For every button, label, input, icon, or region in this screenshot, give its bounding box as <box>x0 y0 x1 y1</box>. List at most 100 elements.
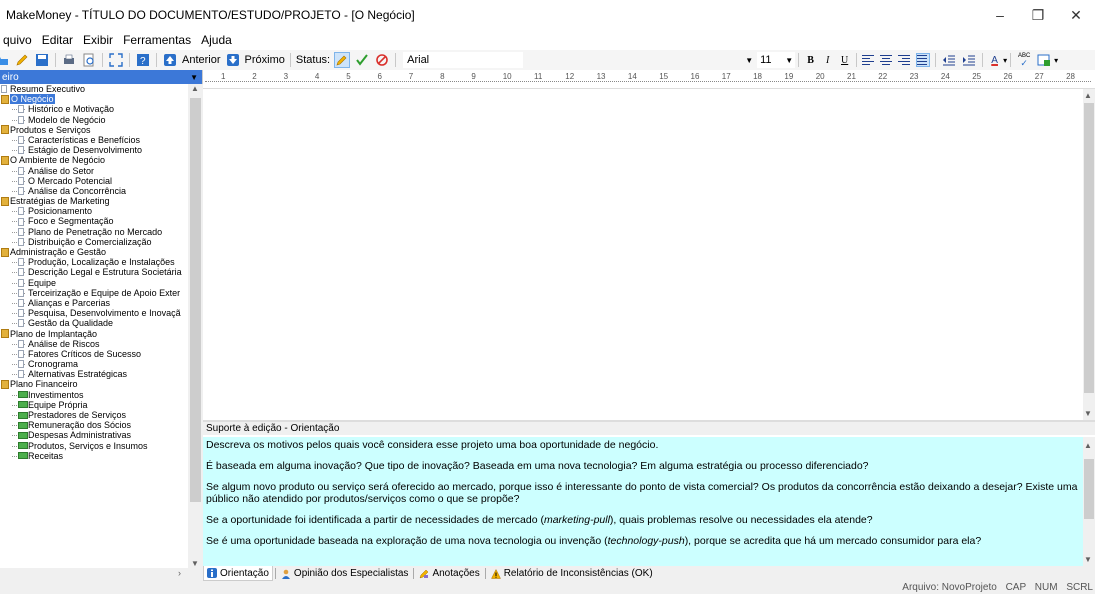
tree-item[interactable]: Estágio de Desenvolvimento <box>0 145 188 155</box>
font-name-select[interactable]: Arial <box>403 52 524 68</box>
tree-item[interactable]: Descrição Legal e Estrutura Societária <box>0 267 188 277</box>
chevron-right-icon[interactable]: › <box>178 568 181 578</box>
chevron-up-icon[interactable]: ▲ <box>1084 91 1092 100</box>
maximize-button[interactable]: ❐ <box>1019 0 1057 30</box>
menu-exibir[interactable]: Exibir <box>78 33 118 47</box>
fullscreen-icon[interactable] <box>108 52 124 68</box>
tree-item[interactable]: Cronograma <box>0 359 188 369</box>
chevron-down-icon[interactable]: ▼ <box>191 559 199 568</box>
align-left-icon[interactable] <box>862 53 876 67</box>
print-icon[interactable] <box>61 52 77 68</box>
outline-tree: Resumo Executivo O Negócio Histórico e Mot… <box>0 84 188 568</box>
tree-item[interactable]: Análise do Setor <box>0 166 188 176</box>
tree-item[interactable]: Receitas <box>0 451 188 461</box>
minimize-button[interactable]: – <box>981 0 1019 30</box>
sidebar-dropdown-icon[interactable]: ▼ <box>190 73 198 82</box>
tree-item[interactable]: Plano de Penetração no Mercado <box>0 227 188 237</box>
menu-ajuda[interactable]: Ajuda <box>196 33 237 47</box>
editor-scrollbar[interactable]: ▲ ▼ <box>1083 89 1095 420</box>
help-icon[interactable]: ? <box>135 52 151 68</box>
ruler-dots <box>205 81 1091 82</box>
italic-button[interactable]: I <box>820 52 835 68</box>
scrollbar-thumb[interactable] <box>190 98 201 502</box>
align-justify-icon[interactable] <box>916 53 931 67</box>
tree-item[interactable]: Análise da Concorrência <box>0 186 188 196</box>
tree-item[interactable]: Administração e Gestão <box>0 247 188 257</box>
tree-item[interactable]: Resumo Executivo <box>0 84 188 94</box>
status-pencil-icon[interactable] <box>334 52 351 68</box>
chevron-down-icon[interactable]: ▼ <box>1084 555 1092 564</box>
arrow-up-icon[interactable] <box>162 52 178 68</box>
tree-item[interactable]: Análise de Riscos <box>0 339 188 349</box>
tree-item[interactable]: Histórico e Motivação <box>0 104 188 114</box>
close-button[interactable]: ✕ <box>1057 0 1095 30</box>
scrollbar-thumb[interactable] <box>1084 459 1094 519</box>
tree-item[interactable]: Alternativas Estratégicas <box>0 369 188 379</box>
tree-item[interactable]: Terceirização e Equipe de Apoio Exter <box>0 288 188 298</box>
tree-item[interactable]: Alianças e Parcerias <box>0 298 188 308</box>
tree-item[interactable]: Fatores Críticos de Sucesso <box>0 349 188 359</box>
outdent-icon[interactable] <box>941 52 957 68</box>
status-check-icon[interactable] <box>354 52 370 68</box>
chevron-up-icon[interactable]: ▲ <box>1084 441 1092 450</box>
tab-orientacao[interactable]: Orientação <box>203 566 273 581</box>
ruler-tick: 21 <box>847 72 856 81</box>
tree-item[interactable]: Pesquisa, Desenvolvimento e Inovaçã <box>0 308 188 318</box>
tree-item[interactable]: Produção, Localização e Instalações <box>0 257 188 267</box>
indent-icon[interactable] <box>961 52 977 68</box>
spellcheck-icon[interactable]: ABC ✓ <box>1016 52 1032 68</box>
tab-relatorio-inconsistencias[interactable]: Relatório de Inconsistências (OK) <box>488 566 656 581</box>
chevron-down-icon[interactable]: ▼ <box>1084 409 1092 418</box>
tree-item[interactable]: Equipe Própria <box>0 400 188 410</box>
tree-item[interactable]: Despesas Administrativas <box>0 430 188 440</box>
scrollbar-thumb[interactable] <box>1084 103 1094 393</box>
tree-item[interactable]: Gestão da Qualidade <box>0 318 188 328</box>
tree-item[interactable]: Estratégias de Marketing <box>0 196 188 206</box>
sidebar-hscrollbar[interactable]: › <box>0 568 203 582</box>
menu-editar[interactable]: Editar <box>37 33 78 47</box>
tree-item[interactable]: O Negócio <box>0 94 188 105</box>
edit-pencil-icon[interactable] <box>14 52 30 68</box>
document-editor[interactable] <box>203 89 1083 420</box>
align-right-icon[interactable] <box>898 53 912 67</box>
tree-item[interactable]: Características e Benefícios <box>0 135 188 145</box>
tree-item[interactable]: Equipe <box>0 278 188 288</box>
open-icon[interactable] <box>0 52 10 68</box>
tree-item[interactable]: Investimentos <box>0 390 188 400</box>
bold-button[interactable]: B <box>803 52 818 68</box>
font-dropdown-arrow[interactable]: ▼ <box>523 56 753 65</box>
previous-button[interactable]: Anterior <box>182 54 221 66</box>
tab-anotacoes[interactable]: Anotações <box>416 566 482 581</box>
menu-ferramentas[interactable]: Ferramentas <box>118 33 196 47</box>
tree-item[interactable]: Produtos, Serviços e Insumos <box>0 441 188 451</box>
align-center-icon[interactable] <box>880 53 894 67</box>
status-cancel-icon[interactable] <box>374 52 390 68</box>
tree-item[interactable]: O Mercado Potencial <box>0 176 188 186</box>
preview-icon[interactable] <box>81 52 97 68</box>
tree-item[interactable]: O Ambiente de Negócio <box>0 155 188 165</box>
tree-item[interactable]: Posicionamento <box>0 206 188 216</box>
tab-opiniao-especialistas[interactable]: Opinião dos Especialistas <box>278 566 412 581</box>
chevron-up-icon[interactable]: ▲ <box>191 84 199 93</box>
tree-item[interactable]: Foco e Segmentação <box>0 216 188 226</box>
tree-item[interactable]: Plano Financeiro <box>0 379 188 389</box>
tree-item[interactable]: Prestadores de Serviços <box>0 410 188 420</box>
text-color-dropdown[interactable]: ▾ <box>1003 56 1007 65</box>
next-button[interactable]: Próximo <box>245 54 285 66</box>
tree-item[interactable]: Produtos e Serviços <box>0 125 188 135</box>
insert-dropdown[interactable]: ▾ <box>1054 56 1058 65</box>
insert-table-icon[interactable] <box>1036 52 1052 68</box>
tree-item[interactable]: Distribuição e Comercialização <box>0 237 188 247</box>
sidebar-scrollbar[interactable]: ▲ ▼ <box>188 84 203 568</box>
arrow-down-icon[interactable] <box>225 52 241 68</box>
ruler-tick: 11 <box>534 72 543 81</box>
tree-item[interactable]: Remuneração dos Sócios <box>0 420 188 430</box>
tree-item[interactable]: Plano de Implantação <box>0 329 188 339</box>
underline-button[interactable]: U <box>837 52 852 68</box>
tree-item[interactable]: Modelo de Negócio <box>0 115 188 125</box>
text-color-button[interactable]: A <box>987 52 1002 68</box>
menu-arquivo[interactable]: quivo <box>0 33 37 47</box>
help-scrollbar[interactable]: ▲ ▼ <box>1083 437 1095 568</box>
font-size-select[interactable]: 11 ▼ <box>757 52 796 68</box>
save-icon[interactable] <box>34 52 50 68</box>
